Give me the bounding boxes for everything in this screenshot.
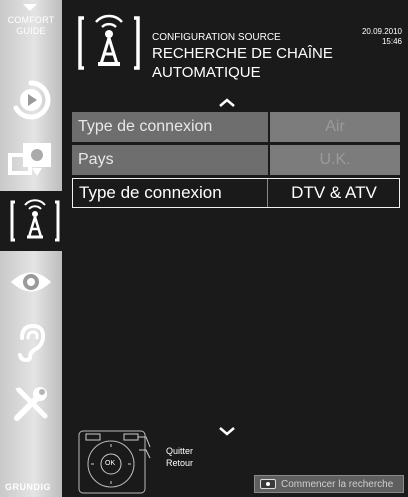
setting-value: Air [270,112,400,142]
remote-dpad-icon [78,430,151,494]
ok-label: OK [105,460,116,467]
section-title: CONFIGURATION SOURCE [152,32,281,43]
page-title-line1: RECHERCHE DE CHAÎNE [152,45,333,62]
up-arrow-icon [23,4,37,11]
start-search-button[interactable]: Commencer la recherche [254,475,404,493]
red-key-icon [260,479,276,489]
page-title-line2: AUTOMATIQUE [152,64,261,81]
sidebar-item-antenna[interactable] [0,191,70,251]
setting-label: Pays [72,145,268,175]
sidebar-item-tools[interactable] [0,378,62,430]
setting-row-country: Pays U.K. [72,145,400,175]
tools-icon [14,387,48,421]
comfort-label: COMFORT [7,15,55,25]
setting-label: Type de connexion [73,179,267,207]
quit-hint: Quitter [166,446,194,456]
setting-row-connection-type-disabled: Type de connexion Air [72,112,400,142]
antenna-icon [10,199,60,242]
time: 15:46 [381,37,402,46]
sidebar-item-eye[interactable] [0,256,62,308]
start-search-label: Commencer la recherche [281,478,394,490]
back-hint: Retour [166,458,194,468]
divider [267,179,268,207]
picture-icon [8,143,51,176]
sidebar-item-ear[interactable] [0,316,62,368]
setting-value-selector[interactable]: DTV & ATV [269,179,399,207]
header-antenna-icon [76,14,142,72]
play-icon [13,80,51,120]
scroll-down-icon[interactable] [218,426,236,436]
date: 20.09.2010 [361,27,402,36]
grundig-logo: GRUNDIG [5,482,51,492]
setting-value: U.K. [270,145,400,175]
comfort-guide[interactable]: COMFORT GUIDE [0,0,62,60]
setting-row-connection-type-selected[interactable]: Type de connexion DTV & ATV [72,178,400,208]
scroll-up-icon[interactable] [218,98,236,108]
guide-label: GUIDE [16,26,46,36]
eye-icon [11,272,51,292]
sidebar-item-play[interactable] [0,74,62,126]
date-time: 20.09.2010 15:46 [362,27,402,47]
remote-control-hint: OK [78,430,158,495]
ear-icon [18,323,46,362]
setting-label: Type de connexion [72,112,268,142]
sidebar-item-picture[interactable] [0,134,62,186]
